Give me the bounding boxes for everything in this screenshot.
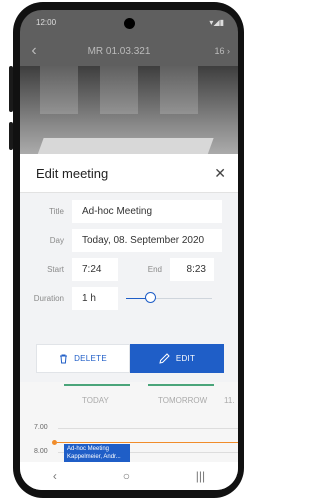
android-nav-bar: ‹ ○ ||| — [20, 462, 238, 490]
power-button — [9, 122, 13, 150]
tab-tomorrow[interactable]: TOMORROW — [158, 396, 207, 405]
hour-line — [58, 428, 238, 429]
chevron-left-icon[interactable]: ‹ — [20, 42, 48, 60]
delete-label: DELETE — [74, 354, 107, 363]
sheet-title: Edit meeting — [36, 165, 109, 181]
today-tab-indicator — [64, 384, 130, 386]
nav-home-button[interactable]: ○ — [123, 469, 130, 483]
event-attendees: Kappelmeier, Andr... — [67, 454, 121, 460]
nav-back-button[interactable]: ‹ — [53, 469, 57, 483]
calendar-tabs: TODAY TOMORROW 11. — [20, 396, 238, 408]
photo-window — [100, 66, 138, 114]
trash-icon — [59, 354, 68, 364]
start-field[interactable]: 7:24 — [72, 258, 118, 281]
end-field[interactable]: 8:23 — [170, 258, 214, 281]
nav-recents-button[interactable]: ||| — [196, 469, 205, 483]
title-label: Title — [49, 207, 64, 216]
edit-meeting-sheet: Edit meeting ✕ Title Ad-hoc Meeting Day … — [20, 154, 238, 490]
status-icons: ▾◢▮ — [209, 17, 224, 27]
delete-button[interactable]: DELETE — [36, 344, 131, 373]
action-buttons: DELETE EDIT — [36, 344, 224, 373]
start-label: Start — [47, 265, 64, 274]
now-indicator-line — [57, 442, 238, 443]
hour-label: 8.00 — [34, 448, 48, 455]
room-photo — [20, 66, 238, 166]
day-row: Day Today, 08. September 2020 — [20, 226, 238, 255]
day-field[interactable]: Today, 08. September 2020 — [72, 229, 222, 252]
duration-field[interactable]: 1 h — [72, 287, 118, 310]
seat-link[interactable]: 16 › — [190, 46, 238, 56]
pencil-icon — [159, 353, 170, 364]
volume-button — [9, 66, 13, 112]
end-label: End — [147, 265, 162, 274]
title-row: Title Ad-hoc Meeting — [20, 197, 238, 226]
slider-knob[interactable] — [144, 292, 156, 303]
day-label: Day — [49, 236, 64, 245]
tab-next-day[interactable]: 11. — [224, 396, 235, 405]
time-row: Start 7:24 End 8:23 — [20, 255, 238, 284]
sheet-header: Edit meeting ✕ — [20, 154, 238, 193]
edit-label: EDIT — [175, 354, 196, 363]
calendar-event[interactable]: Ad-hoc Meeting Kappelmeier, Andr... — [64, 444, 130, 463]
event-title: Ad-hoc Meeting — [67, 446, 110, 452]
duration-row: Duration 1 h — [20, 284, 238, 313]
duration-label: Duration — [33, 294, 64, 303]
close-icon[interactable]: ✕ — [214, 165, 226, 182]
photo-window — [40, 66, 78, 114]
meeting-form: Title Ad-hoc Meeting Day Today, 08. Sept… — [20, 193, 238, 313]
edit-button[interactable]: EDIT — [130, 344, 224, 373]
tomorrow-tab-indicator — [148, 384, 214, 386]
tab-today[interactable]: TODAY — [82, 396, 109, 405]
status-bar: 12:00 ▾◢▮ — [20, 10, 238, 34]
room-title: MR 01.03.321 — [87, 45, 151, 57]
photo-window — [160, 66, 198, 114]
hour-label: 7.00 — [34, 424, 48, 431]
phone-screen: 12:00 ▾◢▮ ‹ MR 01.03.321 16 › Edit meeti… — [20, 10, 238, 490]
status-time: 12:00 — [36, 17, 57, 27]
duration-slider[interactable] — [126, 287, 212, 310]
title-field[interactable]: Ad-hoc Meeting — [72, 200, 222, 223]
room-header: ‹ MR 01.03.321 16 › — [20, 40, 238, 62]
calendar-view: TODAY TOMORROW 11. 7.00 8.00 Ad-hoc Meet… — [20, 382, 238, 469]
